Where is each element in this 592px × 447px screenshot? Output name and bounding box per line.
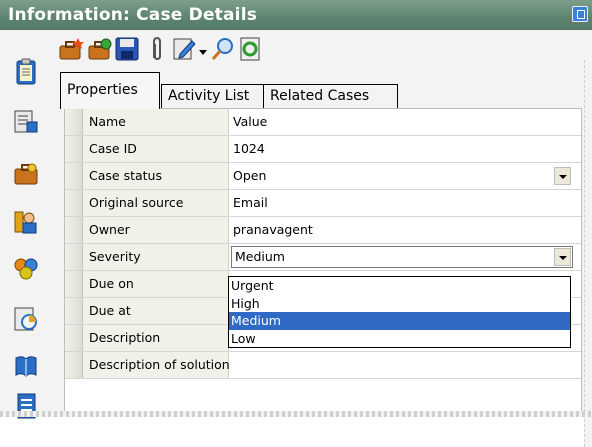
case-status-dropdown-button[interactable] (554, 167, 571, 185)
window-restore-icon[interactable] (572, 6, 588, 22)
dropdown-option-high[interactable]: High (229, 295, 570, 313)
tab-label: Related Cases (270, 88, 370, 104)
tab-activity-list[interactable]: Activity List (161, 84, 264, 108)
table-row[interactable]: Original source Email (65, 190, 581, 217)
knowledge-icon[interactable] (12, 352, 40, 380)
torn-bottom-edge (0, 411, 592, 417)
table-row[interactable]: Case status Open (65, 163, 581, 190)
property-name: Due on (83, 271, 229, 297)
tab-bar: Properties Activity List Related Cases (60, 72, 580, 109)
edit-icon[interactable] (172, 36, 198, 62)
window-titlebar: Information: Case Details (0, 0, 592, 30)
dropdown-option-urgent[interactable]: Urgent (229, 277, 570, 295)
row-header (65, 163, 83, 189)
property-name: Case ID (83, 136, 229, 162)
refresh-case-icon[interactable] (87, 36, 113, 62)
property-grid: Name Value Case ID 1024 Case status Open… (64, 108, 582, 412)
left-sidebar (8, 30, 46, 419)
description-of-solution-field[interactable] (229, 352, 581, 378)
save-icon[interactable] (114, 36, 140, 62)
property-name: Severity (83, 244, 229, 270)
property-name: Case status (83, 163, 229, 189)
property-value: Email (233, 195, 268, 210)
tab-related-cases[interactable]: Related Cases (263, 84, 398, 108)
property-name: Original source (83, 190, 229, 216)
groups-icon[interactable] (12, 255, 40, 283)
column-header-value: Value (233, 114, 268, 129)
tab-label: Activity List (168, 88, 250, 104)
severity-select[interactable]: Medium (231, 246, 573, 268)
row-header (65, 217, 83, 243)
table-row[interactable]: Description of solution (65, 352, 581, 379)
row-header (65, 352, 83, 378)
row-header (65, 136, 83, 162)
case-status-field[interactable]: Open (229, 163, 581, 189)
column-header-name: Name (83, 109, 229, 135)
row-header (65, 271, 83, 297)
dropdown-option-medium[interactable]: Medium (229, 312, 570, 330)
tab-label: Properties (67, 82, 138, 98)
table-row[interactable]: Severity Medium (65, 244, 581, 271)
row-header (65, 109, 83, 135)
search-icon[interactable] (210, 36, 236, 62)
new-case-icon[interactable] (58, 36, 84, 62)
property-name: Description (83, 325, 229, 351)
property-value: 1024 (233, 141, 265, 156)
reload-icon[interactable] (238, 36, 264, 62)
agents-icon[interactable] (12, 208, 40, 236)
table-row[interactable]: Owner pranavagent (65, 217, 581, 244)
clipboard-icon[interactable] (12, 58, 40, 86)
severity-dropdown-list: Urgent High Medium Low (228, 276, 571, 348)
table-row[interactable]: Case ID 1024 (65, 136, 581, 163)
severity-select-value: Medium (235, 249, 285, 264)
row-header (65, 244, 83, 270)
property-name: Due at (83, 298, 229, 324)
window-title: Information: Case Details (8, 5, 258, 25)
grid-header-row: Name Value (65, 109, 581, 136)
row-header (65, 190, 83, 216)
row-header (65, 298, 83, 324)
case-details-panel: Properties Activity List Related Cases N… (0, 30, 592, 447)
panel-right-edge (584, 60, 592, 447)
briefcase-icon[interactable] (12, 160, 40, 188)
property-value: pranavagent (233, 222, 313, 237)
dropdown-option-low[interactable]: Low (229, 330, 570, 348)
tab-properties[interactable]: Properties (60, 72, 160, 109)
property-name: Description of solution (83, 352, 230, 378)
case-list-icon[interactable] (12, 108, 40, 136)
reports-icon[interactable] (12, 305, 40, 333)
chevron-down-icon[interactable] (198, 36, 208, 62)
attach-icon[interactable] (144, 36, 170, 62)
property-name: Owner (83, 217, 229, 243)
severity-dropdown-button[interactable] (554, 248, 571, 266)
row-header (65, 325, 83, 351)
